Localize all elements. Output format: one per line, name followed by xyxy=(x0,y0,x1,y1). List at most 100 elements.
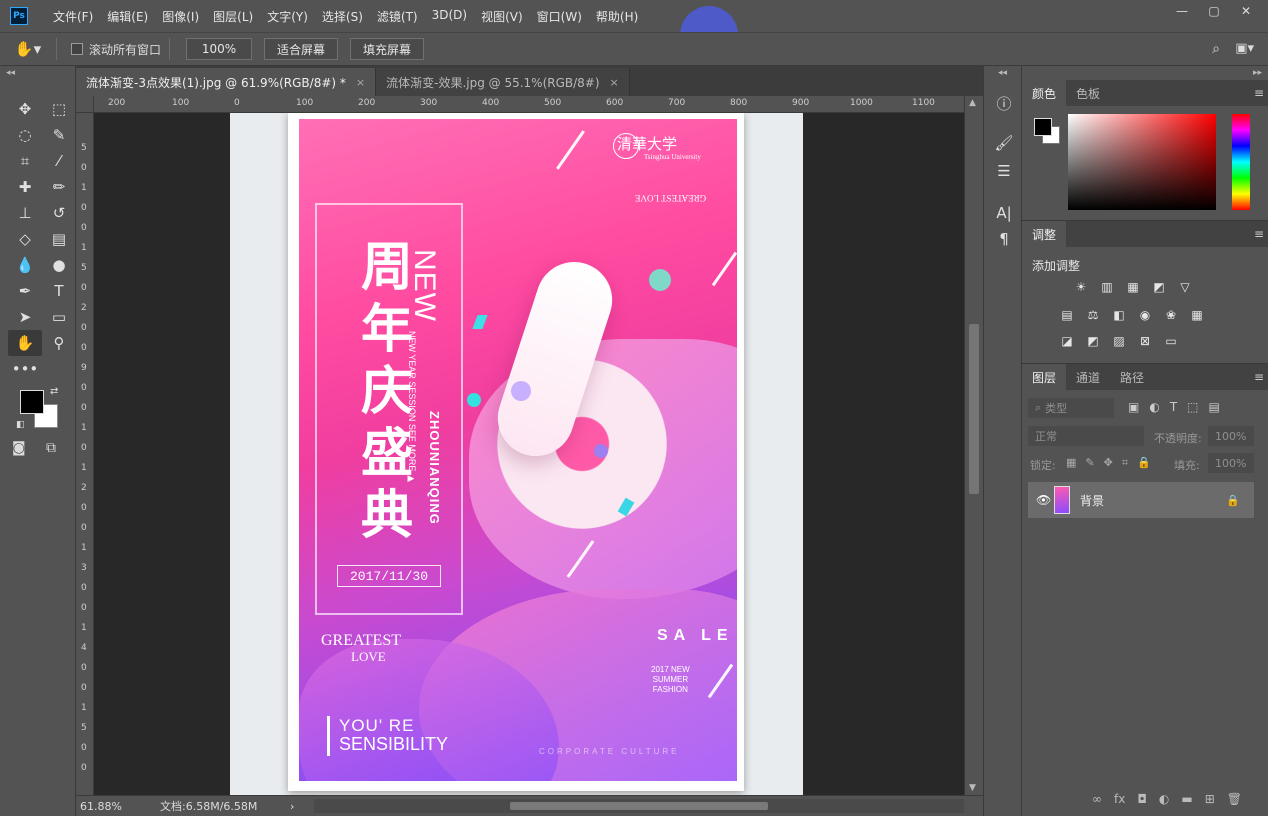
workspace-icon[interactable]: ▣▾ xyxy=(1235,41,1254,56)
color-lookup-icon[interactable]: ▦ xyxy=(1188,307,1206,323)
menu-help[interactable]: 帮助(H) xyxy=(589,8,645,25)
shape-filter-icon[interactable]: ⬚ xyxy=(1187,400,1198,414)
zoom-tool-icon[interactable]: ⚲ xyxy=(42,330,76,356)
photo-filter-icon[interactable]: ◉ xyxy=(1136,307,1154,323)
properties-icon[interactable]: ☰ xyxy=(993,160,1015,182)
brightness-icon[interactable]: ☀ xyxy=(1072,279,1090,295)
fill-input[interactable]: 100% xyxy=(1208,453,1254,473)
lock-transparent-icon[interactable]: ▦ xyxy=(1066,456,1076,470)
link-layers-icon[interactable]: ∞ xyxy=(1092,792,1102,806)
lock-all-icon[interactable]: 🔒 xyxy=(1137,456,1151,470)
curves-icon[interactable]: ▦ xyxy=(1124,279,1142,295)
tab-close-icon[interactable]: × xyxy=(610,76,619,89)
menu-3d[interactable]: 3D(D) xyxy=(425,8,474,25)
menu-layer[interactable]: 图层(L) xyxy=(206,8,260,25)
tab-close-icon[interactable]: × xyxy=(356,76,365,89)
eyedropper-tool-icon[interactable]: ⁄ xyxy=(42,148,76,174)
layer-name[interactable]: 背景 xyxy=(1080,492,1104,509)
status-zoom[interactable]: 61.88% xyxy=(80,800,160,813)
marquee-tool-icon[interactable]: ⬚ xyxy=(42,96,76,122)
quick-select-tool-icon[interactable]: ✎ xyxy=(42,122,76,148)
scroll-all-windows-option[interactable]: 滚动所有窗口 xyxy=(71,41,161,58)
color-balance-icon[interactable]: ⚖ xyxy=(1084,307,1102,323)
collapse-icon[interactable]: ◂◂ xyxy=(6,68,15,78)
tab-document-1[interactable]: 流体渐变-3点效果(1).jpg @ 61.9%(RGB/8#) * × xyxy=(76,68,377,96)
dodge-tool-icon[interactable]: ● xyxy=(42,252,76,278)
search-icon[interactable]: ⌕ xyxy=(1212,41,1220,57)
expand-icon[interactable]: ◂◂ xyxy=(998,68,1007,78)
new-group-icon[interactable]: ▬ xyxy=(1181,792,1192,806)
quick-mask-icon[interactable]: ◙ xyxy=(12,440,26,456)
menu-view[interactable]: 视图(V) xyxy=(474,8,530,25)
menu-select[interactable]: 选择(S) xyxy=(315,8,370,25)
type-tool-icon[interactable]: T xyxy=(42,278,76,304)
posterize-icon[interactable]: ◩ xyxy=(1084,333,1102,349)
brush-settings-icon[interactable]: 🖌 xyxy=(993,132,1015,154)
scroll-down-icon[interactable]: ▼ xyxy=(969,783,976,793)
default-colors-icon[interactable]: ◧ xyxy=(16,420,25,430)
pixel-filter-icon[interactable]: ▣ xyxy=(1128,400,1139,414)
horizontal-scrollbar[interactable] xyxy=(314,799,964,813)
canvas-area[interactable]: 周 年 庆 盛 典 NEW NEW YEAR SESSION SEE MORE … xyxy=(94,113,964,795)
tab-document-2[interactable]: 流体渐变-效果.jpg @ 55.1%(RGB/8#) × xyxy=(376,68,630,96)
menu-type[interactable]: 文字(Y) xyxy=(260,8,315,25)
more-tools-icon[interactable]: ••• xyxy=(8,356,42,382)
tab-channels[interactable]: 通道 xyxy=(1066,364,1110,390)
menu-window[interactable]: 窗口(W) xyxy=(530,8,589,25)
hue-saturation-icon[interactable]: ▤ xyxy=(1058,307,1076,323)
brush-tool-icon[interactable]: ✏ xyxy=(42,174,76,200)
layer-mask-icon[interactable]: ◘ xyxy=(1137,792,1147,806)
expand-icon[interactable]: ▸▸ xyxy=(1253,68,1262,78)
vertical-scrollbar[interactable]: ▲ ▼ xyxy=(964,96,983,795)
visibility-eye-icon[interactable]: 👁 xyxy=(1036,493,1051,507)
new-adjustment-icon[interactable]: ◐ xyxy=(1159,792,1169,806)
levels-icon[interactable]: ▥ xyxy=(1098,279,1116,295)
tab-layers[interactable]: 图层 xyxy=(1022,364,1067,390)
type-filter-icon[interactable]: T xyxy=(1170,400,1177,414)
gradient-map-icon[interactable]: ▭ xyxy=(1162,333,1180,349)
blur-tool-icon[interactable]: 💧 xyxy=(8,252,42,278)
new-layer-icon[interactable]: ⊞ xyxy=(1205,792,1215,806)
gradient-tool-icon[interactable]: ▤ xyxy=(42,226,76,252)
opacity-input[interactable]: 100% xyxy=(1208,426,1254,446)
fit-screen-button[interactable]: 适合屏幕 xyxy=(264,38,339,60)
lock-position-icon[interactable]: ✥ xyxy=(1104,456,1113,470)
character-icon[interactable]: A| xyxy=(993,202,1015,224)
hand-tool-icon[interactable]: ✋ xyxy=(8,330,42,356)
threshold-icon[interactable]: ▨ xyxy=(1110,333,1128,349)
panel-menu-icon[interactable]: ≡ xyxy=(1254,227,1264,241)
rectangle-tool-icon[interactable]: ▭ xyxy=(42,304,76,330)
layer-style-icon[interactable]: fx xyxy=(1114,792,1125,806)
scroll-all-checkbox[interactable] xyxy=(71,43,83,55)
panel-menu-icon[interactable]: ≡ xyxy=(1254,370,1264,384)
crop-tool-icon[interactable]: ⌗ xyxy=(8,148,42,174)
pen-tool-icon[interactable]: ✒ xyxy=(8,278,42,304)
lock-artboard-icon[interactable]: ⌗ xyxy=(1122,456,1128,470)
tab-adjustments[interactable]: 调整 xyxy=(1022,221,1067,247)
menu-image[interactable]: 图像(I) xyxy=(155,8,206,25)
move-tool-icon[interactable]: ✥ xyxy=(8,96,42,122)
maximize-button[interactable]: ▢ xyxy=(1198,0,1230,22)
close-button[interactable]: ✕ xyxy=(1230,0,1262,22)
invert-icon[interactable]: ◪ xyxy=(1058,333,1076,349)
horizontal-scroll-thumb[interactable] xyxy=(510,802,768,810)
color-panel-fg-swatch[interactable] xyxy=(1034,118,1052,136)
menu-file[interactable]: 文件(F) xyxy=(46,8,100,25)
paragraph-icon[interactable]: ¶ xyxy=(993,228,1015,250)
hue-slider[interactable] xyxy=(1232,114,1250,210)
zoom-100-button[interactable]: 100% xyxy=(186,38,253,60)
smart-filter-icon[interactable]: ▤ xyxy=(1209,400,1220,414)
swap-colors-icon[interactable]: ⇄ xyxy=(50,386,58,397)
tab-swatches[interactable]: 色板 xyxy=(1066,80,1110,106)
tab-paths[interactable]: 路径 xyxy=(1110,364,1154,390)
lock-pixels-icon[interactable]: ✎ xyxy=(1085,456,1094,470)
selective-color-icon[interactable]: ⊠ xyxy=(1136,333,1154,349)
stamp-tool-icon[interactable]: ⊥ xyxy=(8,200,42,226)
scroll-up-icon[interactable]: ▲ xyxy=(969,98,976,108)
history-brush-icon[interactable]: ↺ xyxy=(42,200,76,226)
layer-kind-filter[interactable]: ⌕ 类型 xyxy=(1028,398,1114,418)
eraser-tool-icon[interactable]: ◇ xyxy=(8,226,42,252)
hand-tool-preset-icon[interactable]: ✋▾ xyxy=(8,40,48,58)
menu-edit[interactable]: 编辑(E) xyxy=(100,8,155,25)
blend-mode-select[interactable]: 正常 xyxy=(1028,426,1144,446)
